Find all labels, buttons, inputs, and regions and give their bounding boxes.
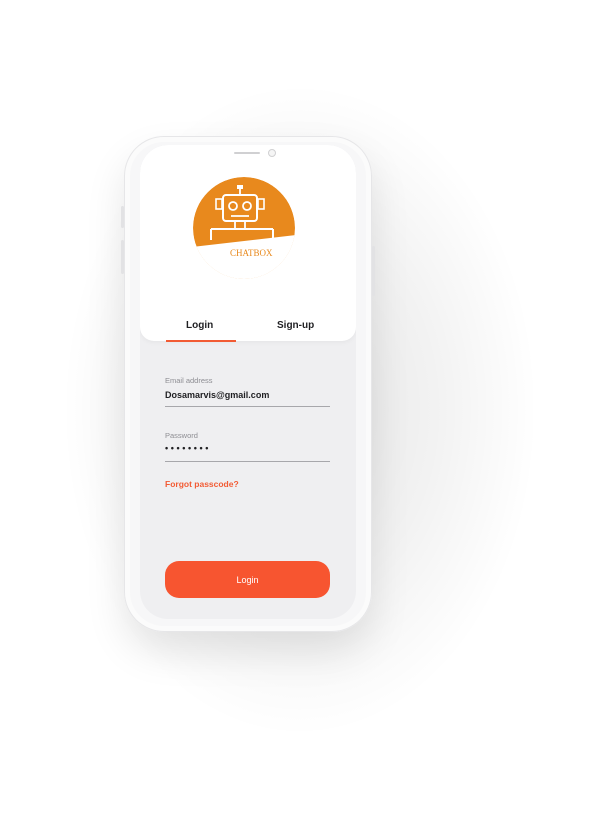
front-camera <box>268 149 276 157</box>
app-logo: CHATBOX <box>183 166 305 296</box>
robot-logo-icon: CHATBOX <box>193 177 295 279</box>
tab-login[interactable]: Login <box>186 320 213 331</box>
header-card: CHATBOX Login Sign-up <box>140 145 356 342</box>
auth-tabs: Login Sign-up <box>140 320 356 342</box>
forgot-passcode-link[interactable]: Forgot passcode? <box>165 479 239 489</box>
stage: CHATBOX Login Sign-up Email address Pass… <box>0 0 602 824</box>
login-button[interactable]: Login <box>165 561 330 598</box>
email-field[interactable] <box>165 390 330 400</box>
password-field[interactable]: •••••••• <box>165 443 330 453</box>
email-label: Email address <box>165 376 213 385</box>
tab-signup[interactable]: Sign-up <box>277 320 314 331</box>
password-underline <box>165 461 330 462</box>
phone-side-button <box>121 206 124 228</box>
phone-screen: CHATBOX Login Sign-up Email address Pass… <box>140 145 356 619</box>
active-tab-indicator <box>166 340 236 342</box>
phone-power-button <box>372 246 375 296</box>
speaker-grille <box>234 152 260 154</box>
email-underline <box>165 406 330 407</box>
phone-volume-button <box>121 240 124 274</box>
password-label: Password <box>165 431 198 440</box>
logo-text: CHATBOX <box>230 248 273 258</box>
